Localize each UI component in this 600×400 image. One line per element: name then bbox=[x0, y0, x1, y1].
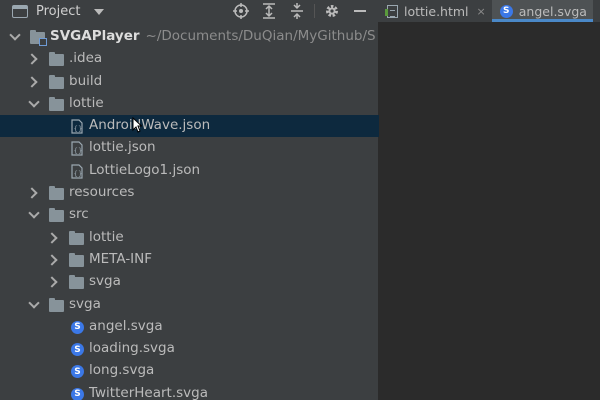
json-file-icon: {} bbox=[71, 141, 83, 157]
project-view-selector[interactable]: Project bbox=[0, 0, 105, 22]
target-icon[interactable] bbox=[230, 0, 252, 22]
svga-file-icon: S bbox=[71, 387, 84, 400]
chevron-down-icon[interactable] bbox=[9, 29, 21, 41]
tree-row-angel-svga[interactable]: S angel.svga bbox=[0, 316, 379, 338]
tree-row-src-svga[interactable]: svga bbox=[0, 271, 379, 293]
chevron-down-icon[interactable] bbox=[28, 96, 40, 108]
tab-label: lottie.html bbox=[404, 3, 469, 19]
tree-row-androidwave-json[interactable]: {} AndroidWave.json bbox=[0, 115, 379, 138]
tree-item-label: loading.svga bbox=[89, 340, 175, 357]
tree-item-label: svga bbox=[89, 273, 121, 290]
tab-label: angel.svga bbox=[518, 3, 587, 19]
folder-icon bbox=[49, 186, 64, 201]
collapse-all-icon[interactable] bbox=[286, 0, 308, 22]
tree-item-label: lottie bbox=[69, 94, 104, 111]
tree-row-loading-svga[interactable]: S loading.svga bbox=[0, 338, 379, 360]
window-icon bbox=[12, 4, 28, 18]
chevron-right-icon[interactable] bbox=[26, 75, 38, 88]
panel-title: Project bbox=[36, 3, 81, 19]
chevron-right-icon[interactable] bbox=[26, 53, 38, 65]
svga-file-icon: S bbox=[71, 343, 84, 357]
tree-item-label: long.svga bbox=[89, 362, 155, 379]
folder-icon bbox=[49, 208, 64, 223]
tree-row-lottie[interactable]: lottie bbox=[0, 93, 379, 115]
svga-file-icon: S bbox=[71, 365, 84, 379]
chevron-down-icon[interactable] bbox=[28, 296, 40, 309]
project-panel: Project SVGAPlayer ~/Documents/DuQian/My… bbox=[0, 0, 379, 400]
tree-item-label: TwitterHeart.svga bbox=[89, 384, 208, 400]
chevron-right-icon[interactable] bbox=[46, 276, 58, 288]
tree-item-label: lottie.json bbox=[89, 139, 156, 156]
tree-item-label: .idea bbox=[69, 50, 103, 67]
gear-icon[interactable] bbox=[321, 0, 343, 22]
tab-lottie-html[interactable]: lottie.html × bbox=[379, 0, 492, 22]
tree-row-meta-inf[interactable]: META-INF bbox=[0, 249, 379, 271]
tree-root-label: SVGAPlayer ~/Documents/DuQian/MyGithub/S bbox=[50, 28, 376, 44]
tree-item-label: build bbox=[69, 72, 103, 89]
project-panel-header: Project bbox=[0, 0, 379, 22]
editor-area: lottie.html × S angel.svga bbox=[379, 0, 600, 400]
json-file-icon: {} bbox=[71, 119, 83, 134]
tree-row-twitterheart-svga[interactable]: S TwitterHeart.svga bbox=[0, 383, 379, 400]
close-icon[interactable]: × bbox=[477, 5, 486, 18]
tree-row-root[interactable]: SVGAPlayer ~/Documents/DuQian/MyGithub/S bbox=[0, 26, 379, 48]
mouse-cursor-icon bbox=[132, 117, 143, 133]
tree-item-label: resources bbox=[69, 184, 135, 201]
svga-file-icon: S bbox=[71, 320, 84, 334]
tree-item-label: META-INF bbox=[89, 250, 153, 267]
tree-row-idea[interactable]: .idea bbox=[0, 48, 379, 70]
folder-icon bbox=[30, 30, 47, 46]
tree-item-label: svga bbox=[69, 295, 101, 312]
folder-icon bbox=[69, 230, 84, 245]
project-tree: SVGAPlayer ~/Documents/DuQian/MyGithub/S … bbox=[0, 26, 379, 400]
tree-item-label: AndroidWave.json bbox=[89, 117, 211, 134]
tree-row-src-lottie[interactable]: lottie bbox=[0, 227, 379, 249]
json-file-icon: {} bbox=[71, 164, 83, 179]
toolbar-divider bbox=[314, 4, 315, 18]
folder-icon bbox=[49, 96, 64, 111]
chevron-down-icon[interactable] bbox=[28, 207, 40, 220]
tree-row-svga[interactable]: svga bbox=[0, 294, 379, 316]
expand-all-icon[interactable] bbox=[258, 0, 280, 22]
chevron-right-icon[interactable] bbox=[46, 254, 58, 266]
panel-toolbar bbox=[224, 0, 371, 22]
editor-tabs: lottie.html × S angel.svga bbox=[379, 0, 600, 22]
minimize-icon[interactable] bbox=[349, 0, 371, 22]
html-file-icon bbox=[385, 4, 398, 18]
tree-row-lottie-json[interactable]: {} lottie.json bbox=[0, 137, 379, 159]
svg-text:{}: {} bbox=[74, 125, 83, 133]
tree-item-label: src bbox=[69, 206, 89, 223]
tree-item-label: lottie bbox=[89, 228, 124, 245]
tree-row-long-svga[interactable]: S long.svga bbox=[0, 360, 379, 382]
folder-icon bbox=[49, 297, 64, 312]
folder-icon bbox=[69, 275, 84, 290]
tree-item-label: angel.svga bbox=[89, 317, 163, 334]
tree-item-label: LottieLogo1.json bbox=[89, 161, 201, 178]
chevron-right-icon[interactable] bbox=[46, 232, 58, 244]
tree-row-src[interactable]: src bbox=[0, 204, 379, 226]
tab-angel-svga[interactable]: S angel.svga bbox=[491, 0, 594, 22]
tree-row-resources[interactable]: resources bbox=[0, 182, 379, 204]
folder-icon bbox=[69, 252, 84, 267]
svg-text:{}: {} bbox=[74, 170, 83, 178]
tree-row-lottielogo1-json[interactable]: {} LottieLogo1.json bbox=[0, 160, 379, 182]
tree-row-build[interactable]: build bbox=[0, 71, 379, 93]
tree-root-path: ~/Documents/DuQian/MyGithub/S bbox=[145, 28, 376, 44]
svg-text:{}: {} bbox=[74, 147, 83, 155]
chevron-right-icon[interactable] bbox=[26, 187, 38, 199]
folder-icon bbox=[49, 52, 64, 67]
svga-file-icon: S bbox=[499, 4, 513, 18]
folder-icon bbox=[49, 74, 64, 89]
chevron-down-icon[interactable] bbox=[94, 9, 105, 15]
